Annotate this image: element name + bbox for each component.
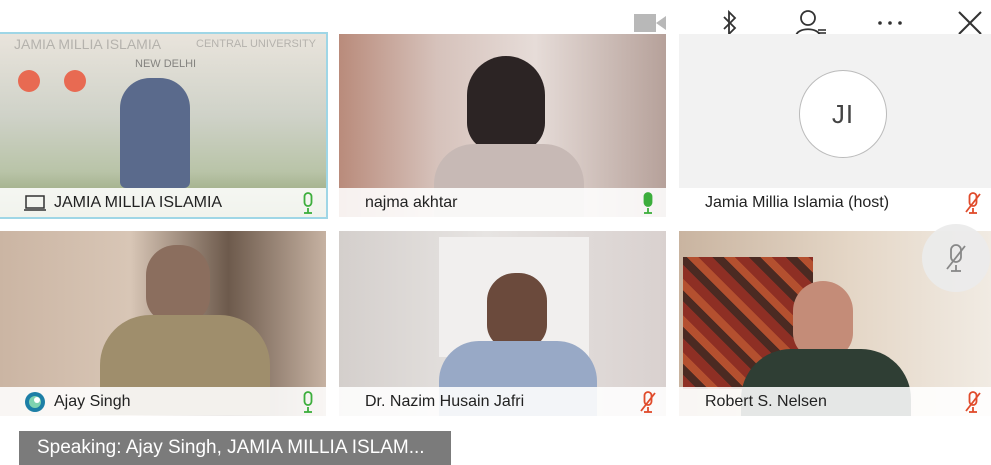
name-bar: Robert S. Nelsen: [679, 387, 991, 416]
logo-dot: [18, 70, 40, 92]
laptop-icon: [24, 192, 46, 214]
watermark-text: JAMIA MILLIA ISLAMIA: [14, 36, 162, 52]
name-bar: JAMIA MILLIA ISLAMIA: [0, 188, 326, 217]
mic-muted-icon: [961, 191, 985, 215]
video-tile[interactable]: JAMIA MILLIA ISLAMIA CENTRAL UNIVERSITY …: [0, 32, 328, 219]
speaking-indicator: Speaking: Ajay Singh, JAMIA MILLIA ISLAM…: [19, 431, 451, 465]
video-tile[interactable]: JI Jamia Millia Islamia (host): [679, 34, 991, 217]
name-bar: Jamia Millia Islamia (host): [679, 188, 991, 217]
participant-name: Ajay Singh: [54, 392, 131, 410]
participant-figure: [487, 273, 547, 349]
mic-on-icon: [636, 191, 660, 215]
video-tile[interactable]: Ajay Singh: [0, 231, 326, 416]
watermark-text: NEW DELHI: [135, 58, 197, 70]
mic-muted-icon: [946, 244, 966, 272]
logo-dot: [64, 70, 86, 92]
name-bar: najma akhtar: [339, 188, 666, 217]
mic-on-icon: [296, 191, 320, 215]
app-logo-icon: [24, 391, 46, 413]
mute-toggle-button[interactable]: [922, 224, 990, 292]
avatar: JI: [799, 70, 887, 158]
participant-name: JAMIA MILLIA ISLAMIA: [54, 193, 223, 211]
participant-figure: [793, 281, 853, 359]
participant-figure: [146, 245, 210, 323]
mic-muted-icon: [636, 390, 660, 414]
watermark-text: CENTRAL UNIVERSITY: [196, 38, 317, 50]
mic-muted-icon: [961, 390, 985, 414]
participant-name: Jamia Millia Islamia (host): [705, 193, 890, 211]
name-bar: Dr. Nazim Husain Jafri: [339, 387, 666, 416]
participant-name: Robert S. Nelsen: [705, 392, 827, 410]
mic-on-icon: [296, 390, 320, 414]
video-tile[interactable]: Dr. Nazim Husain Jafri: [339, 231, 666, 416]
video-tile[interactable]: najma akhtar: [339, 34, 666, 217]
name-bar: Ajay Singh: [0, 387, 326, 416]
participant-name: najma akhtar: [365, 193, 458, 211]
participant-name: Dr. Nazim Husain Jafri: [365, 392, 525, 410]
participant-figure: [120, 78, 190, 188]
participant-figure: [467, 56, 545, 152]
